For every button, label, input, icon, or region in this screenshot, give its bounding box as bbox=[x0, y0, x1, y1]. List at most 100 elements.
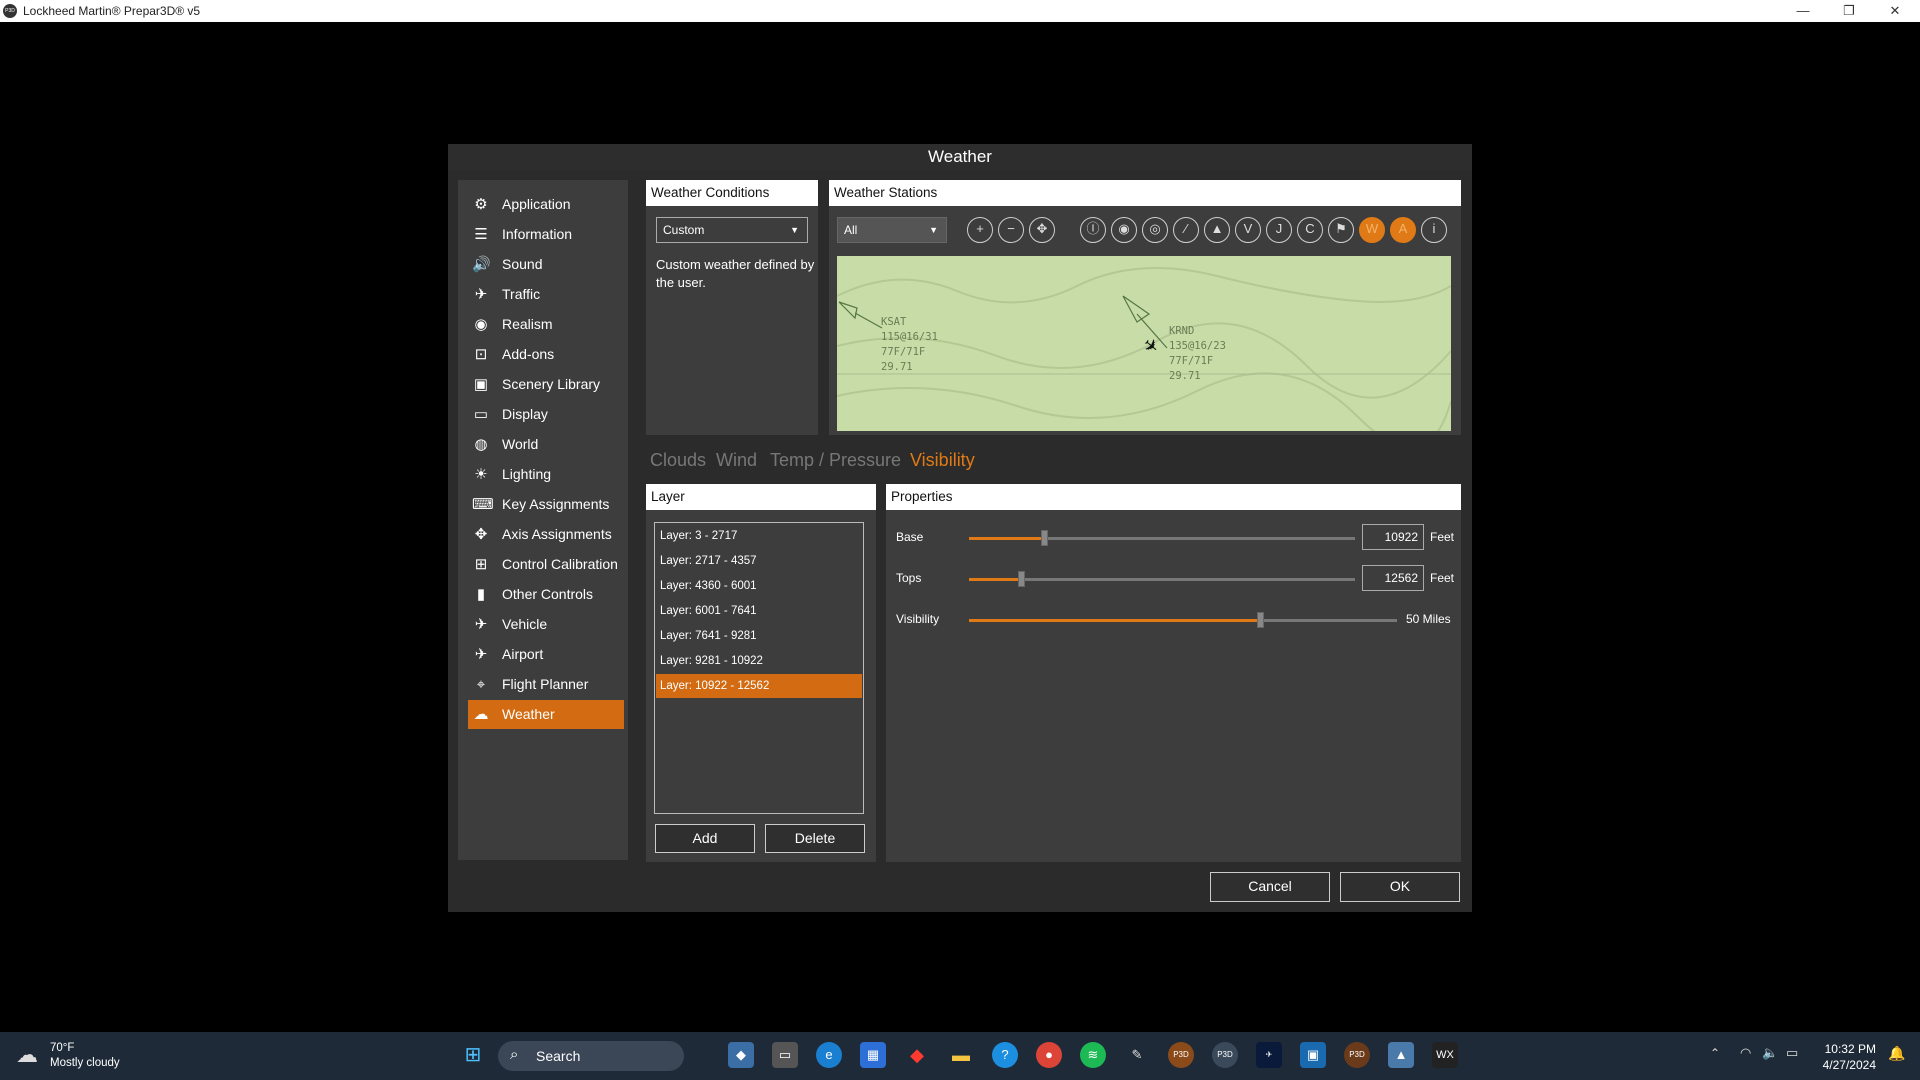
base-slider-thumb[interactable] bbox=[1041, 530, 1049, 546]
vor-icon[interactable]: Ⓘ bbox=[1080, 217, 1106, 243]
edge-browser-icon[interactable]: e bbox=[816, 1042, 842, 1068]
base-value-field[interactable]: 10922 bbox=[1362, 524, 1424, 550]
copilot-icon[interactable]: ◆ bbox=[728, 1042, 754, 1068]
weather-cloud-icon[interactable]: ☁ bbox=[16, 1042, 38, 1068]
ok-button[interactable]: OK bbox=[1340, 872, 1460, 902]
sidebar-item-weather[interactable]: ☁ Weather bbox=[468, 700, 624, 729]
zoom-out-icon[interactable]: − bbox=[998, 217, 1024, 243]
sidebar-item-world[interactable]: ◍ World bbox=[468, 430, 624, 459]
weather-temp: 70°F bbox=[50, 1042, 75, 1054]
weather-conditions-description: Custom weather defined by the user. bbox=[656, 257, 815, 290]
ils-icon[interactable]: ◎ bbox=[1142, 217, 1168, 243]
sidebar-item-axis-assignments[interactable]: ✥ Axis Assignments bbox=[468, 520, 624, 549]
base-slider[interactable] bbox=[969, 530, 1355, 546]
sidebar-item-realism[interactable]: ◉ Realism bbox=[468, 310, 624, 339]
weather-overlay-icon[interactable]: W bbox=[1359, 217, 1385, 243]
sidebar-item-traffic[interactable]: ✈ Traffic bbox=[468, 280, 624, 309]
info-icon[interactable]: i bbox=[1421, 217, 1447, 243]
flight-app-icon[interactable]: ✈ bbox=[1256, 1042, 1282, 1068]
layer-list[interactable]: Layer: 3 - 2717 Layer: 2717 - 4357 Layer: … bbox=[654, 522, 864, 814]
station-label-krnd[interactable]: KRND 135@16/23 77F/71F 29.71 bbox=[1169, 324, 1226, 384]
visibility-slider[interactable] bbox=[969, 612, 1397, 628]
help-icon[interactable]: ? bbox=[992, 1042, 1018, 1068]
wind-icon[interactable]: ⚑ bbox=[1328, 217, 1354, 243]
search-icon: ⌕ bbox=[510, 1046, 519, 1063]
tops-slider[interactable] bbox=[969, 571, 1355, 587]
task-view-icon[interactable]: ▭ bbox=[772, 1042, 798, 1068]
layer-row[interactable]: Layer: 6001 - 7641 bbox=[656, 599, 862, 623]
sidebar-item-other-controls[interactable]: ▮ Other Controls bbox=[468, 580, 624, 609]
base-unit: Feet bbox=[1430, 530, 1455, 544]
windows-start-icon[interactable]: ⊞ bbox=[460, 1042, 486, 1068]
wx-app-icon[interactable]: WX bbox=[1432, 1042, 1458, 1068]
jet-airway-icon[interactable]: J bbox=[1266, 217, 1292, 243]
tray-chevron-icon[interactable]: ⌃ bbox=[1710, 1046, 1720, 1060]
cancel-button[interactable]: Cancel bbox=[1210, 872, 1330, 902]
taskbar-search[interactable]: ⌕ Search bbox=[498, 1041, 684, 1071]
sidebar-item-sound[interactable]: 🔊 Sound bbox=[468, 250, 624, 279]
waypoint-icon[interactable]: ▲ bbox=[1204, 217, 1230, 243]
runway-icon[interactable]: ∕ bbox=[1173, 217, 1199, 243]
delete-layer-button[interactable]: Delete bbox=[765, 824, 865, 853]
layer-row[interactable]: Layer: 7641 - 9281 bbox=[656, 624, 862, 648]
store-icon[interactable]: ▦ bbox=[860, 1042, 886, 1068]
minimize-button[interactable]: — bbox=[1780, 0, 1826, 22]
sidebar-item-vehicle[interactable]: ✈ Vehicle bbox=[468, 610, 624, 639]
sidebar-item-label: Vehicle bbox=[502, 616, 548, 632]
maximize-button[interactable]: ❐ bbox=[1826, 0, 1872, 22]
layer-row[interactable]: Layer: 2717 - 4357 bbox=[656, 549, 862, 573]
weather-conditions-dropdown[interactable]: Custom ▼ bbox=[656, 217, 808, 243]
app-window-icon[interactable]: ▣ bbox=[1300, 1042, 1326, 1068]
sidebar-item-airport[interactable]: ✈ Airport bbox=[468, 640, 624, 669]
tab-visibility[interactable]: Visibility bbox=[910, 450, 975, 471]
center-icon[interactable]: ✥ bbox=[1029, 217, 1055, 243]
notification-bell-icon[interactable]: 🔔 bbox=[1888, 1045, 1905, 1062]
zoom-in-icon[interactable]: + bbox=[967, 217, 993, 243]
sidebar-item-key-assignments[interactable]: ⌨ Key Assignments bbox=[468, 490, 624, 519]
taskbar-weather[interactable]: 70°F Mostly cloudy bbox=[50, 1041, 120, 1071]
layer-row[interactable]: Layer: 4360 - 6001 bbox=[656, 574, 862, 598]
weather-station-map[interactable]: KSAT 115@16/31 77F/71F 29.71 KRND 135@16… bbox=[837, 256, 1451, 431]
layer-row[interactable]: Layer: 9281 - 10922 bbox=[656, 649, 862, 673]
p3d-active-icon[interactable]: P3D bbox=[1344, 1042, 1370, 1068]
sidebar-item-lighting[interactable]: ☀ Lighting bbox=[468, 460, 624, 489]
sidebar-item-information[interactable]: ☰ Information bbox=[468, 220, 624, 249]
tab-clouds[interactable]: Clouds bbox=[650, 450, 706, 471]
victor-airway-icon[interactable]: V bbox=[1235, 217, 1261, 243]
file-explorer-icon[interactable]: ▬ bbox=[948, 1042, 974, 1068]
close-button[interactable]: ✕ bbox=[1872, 0, 1918, 22]
p3d-icon-1[interactable]: P3D bbox=[1168, 1042, 1194, 1068]
tab-wind[interactable]: Wind bbox=[716, 450, 757, 471]
chart-app-icon[interactable]: ▲ bbox=[1388, 1042, 1414, 1068]
p3d-icon-2[interactable]: P3D bbox=[1212, 1042, 1238, 1068]
add-layer-button[interactable]: Add bbox=[655, 824, 755, 853]
tops-slider-thumb[interactable] bbox=[1018, 571, 1026, 587]
app-pen-icon[interactable]: ✎ bbox=[1124, 1042, 1150, 1068]
app-diamond-icon[interactable]: ◆ bbox=[904, 1042, 930, 1068]
sidebar-item-add-ons[interactable]: ⊡ Add-ons bbox=[468, 340, 624, 369]
window-title: Lockheed Martin® Prepar3D® v5 bbox=[23, 4, 201, 18]
layer-panel: Layer Layer: 3 - 2717 Layer: 2717 - 4357 L… bbox=[646, 484, 876, 862]
tab-temp-pressure[interactable]: Temp / Pressure bbox=[770, 450, 901, 471]
sidebar-item-application[interactable]: ⚙ Application bbox=[468, 190, 624, 219]
layer-row[interactable]: Layer: 3 - 2717 bbox=[656, 524, 862, 548]
spotify-icon[interactable]: ≋ bbox=[1080, 1042, 1106, 1068]
station-filter-dropdown[interactable]: All ▼ bbox=[837, 217, 947, 243]
clock[interactable]: 10:32 PM 4/27/2024 bbox=[1818, 1041, 1876, 1073]
sidebar-item-display[interactable]: ▭ Display bbox=[468, 400, 624, 429]
sidebar-item-flight-planner[interactable]: ⌖ Flight Planner bbox=[468, 670, 624, 699]
station-label-ksat[interactable]: KSAT 115@16/31 77F/71F 29.71 bbox=[881, 315, 938, 375]
chrome-icon[interactable]: ● bbox=[1036, 1042, 1062, 1068]
airport-overlay-icon[interactable]: A bbox=[1390, 217, 1416, 243]
tops-value-field[interactable]: 12562 bbox=[1362, 565, 1424, 591]
sidebar-item-control-calibration[interactable]: ⊞ Control Calibration bbox=[468, 550, 624, 579]
weather-dialog: Weather ⚙ Application ☰ Information 🔊 Sound ✈ T… bbox=[448, 144, 1472, 912]
volume-icon[interactable]: 🔈 bbox=[1762, 1045, 1778, 1061]
battery-icon[interactable]: ▭ bbox=[1786, 1045, 1798, 1061]
ndb-icon[interactable]: ◉ bbox=[1111, 217, 1137, 243]
wifi-icon[interactable]: ◠ bbox=[1740, 1045, 1751, 1061]
layer-row[interactable]: Layer: 10922 - 12562 bbox=[656, 674, 862, 698]
sidebar-item-scenery-library[interactable]: ▣ Scenery Library bbox=[468, 370, 624, 399]
visibility-slider-thumb[interactable] bbox=[1257, 612, 1265, 628]
terrain-icon[interactable]: C bbox=[1297, 217, 1323, 243]
